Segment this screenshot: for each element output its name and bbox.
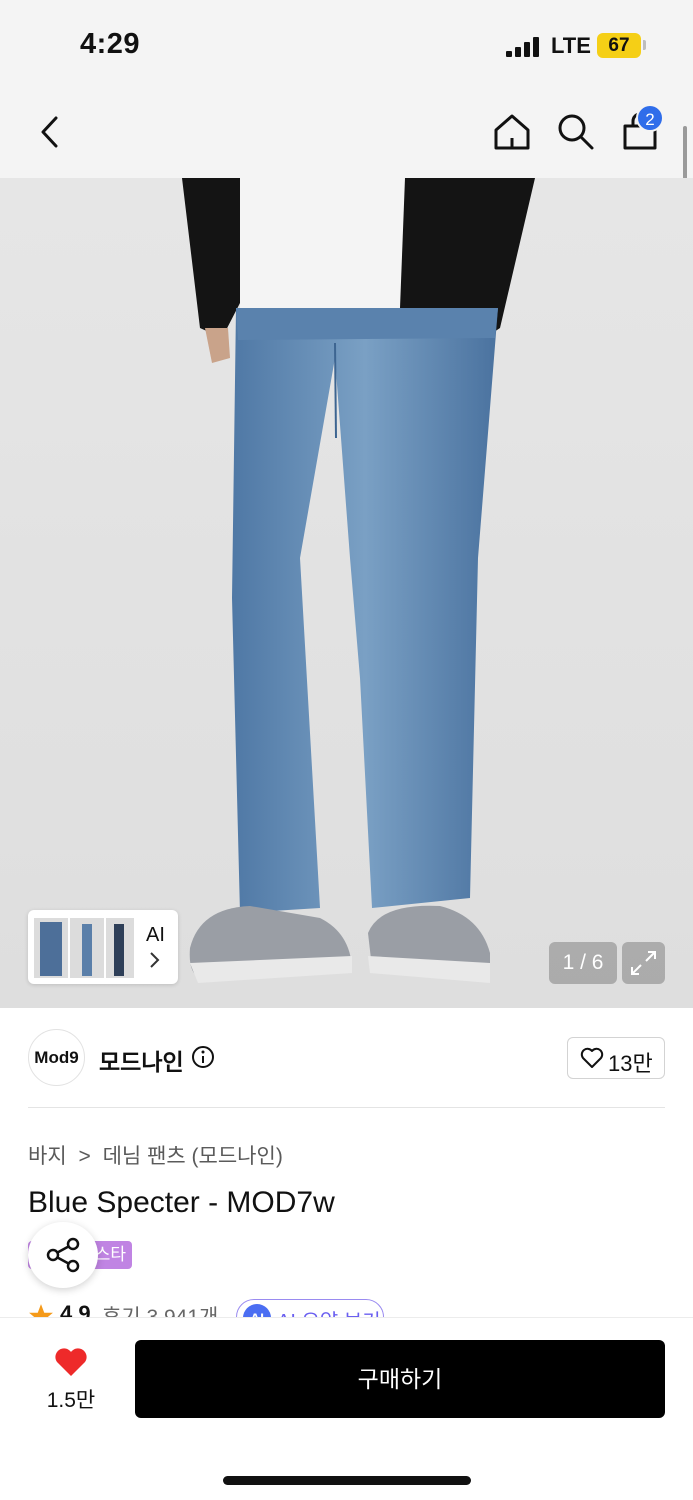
brand-name[interactable]: 모드나인: [99, 1043, 184, 1077]
star-icon: [29, 1304, 53, 1317]
home-indicator: [223, 1476, 471, 1485]
rating-value: 4.9: [60, 1301, 91, 1317]
review-row: 4.9 후기 3,941개 AI AI 요약 보기: [28, 1299, 428, 1317]
share-icon: [46, 1237, 80, 1273]
heart-filled-icon[interactable]: [54, 1348, 88, 1378]
product-photo-jeans: [0, 178, 693, 1008]
info-icon[interactable]: [191, 1045, 215, 1069]
expand-image-button[interactable]: [622, 942, 665, 984]
breadcrumb-separator: >: [78, 1145, 91, 1168]
status-time: 4:29: [80, 28, 141, 60]
brand-logo[interactable]: Mod9: [28, 1029, 85, 1086]
status-bar: 4:29 LTE 67: [0, 0, 693, 90]
search-icon[interactable]: [554, 110, 596, 152]
ai-lookbook-thumbnails[interactable]: AI: [28, 910, 178, 984]
review-count[interactable]: 후기 3,941개: [102, 1301, 218, 1317]
like-count: 1.5만: [46, 1389, 96, 1412]
expand-icon: [631, 951, 656, 975]
battery-icon: 67: [597, 33, 641, 58]
brand-favorite-count: 13만: [608, 1051, 653, 1076]
ai-label: AI: [146, 924, 165, 946]
brand-favorite-button[interactable]: 13만: [567, 1037, 665, 1079]
thumbnail-image: [34, 918, 68, 978]
ai-summary-button[interactable]: AI AI 요약 보기: [236, 1299, 384, 1317]
ai-summary-label: AI 요약 보기: [277, 1305, 381, 1317]
breadcrumb-category[interactable]: 바지: [28, 1145, 67, 1168]
signal-icon: [506, 37, 544, 57]
chevron-right-icon: [150, 952, 160, 968]
buy-button[interactable]: 구매하기: [135, 1340, 665, 1418]
home-icon[interactable]: [490, 110, 534, 154]
top-nav-bar: [0, 90, 693, 178]
ai-badge-icon: AI: [243, 1304, 271, 1317]
network-label: LTE: [551, 33, 591, 58]
breadcrumb-subcategory[interactable]: 데님 팬츠 (모드나인): [103, 1145, 283, 1168]
breadcrumb: 바지 > 데님 팬츠 (모드나인): [28, 1140, 289, 1170]
cart-count-badge: 2: [636, 104, 664, 132]
product-main-image[interactable]: [0, 178, 693, 1008]
heart-outline-icon: [580, 1047, 604, 1068]
thumbnail-image: [70, 918, 104, 978]
battery-cap: [643, 40, 646, 50]
back-icon[interactable]: [36, 112, 66, 152]
thumbnail-image: [106, 918, 134, 978]
product-title: Blue Specter - MOD7w: [28, 1186, 335, 1219]
divider: [28, 1107, 665, 1108]
share-button[interactable]: [28, 1222, 98, 1288]
image-counter: 1 / 6: [549, 942, 617, 984]
